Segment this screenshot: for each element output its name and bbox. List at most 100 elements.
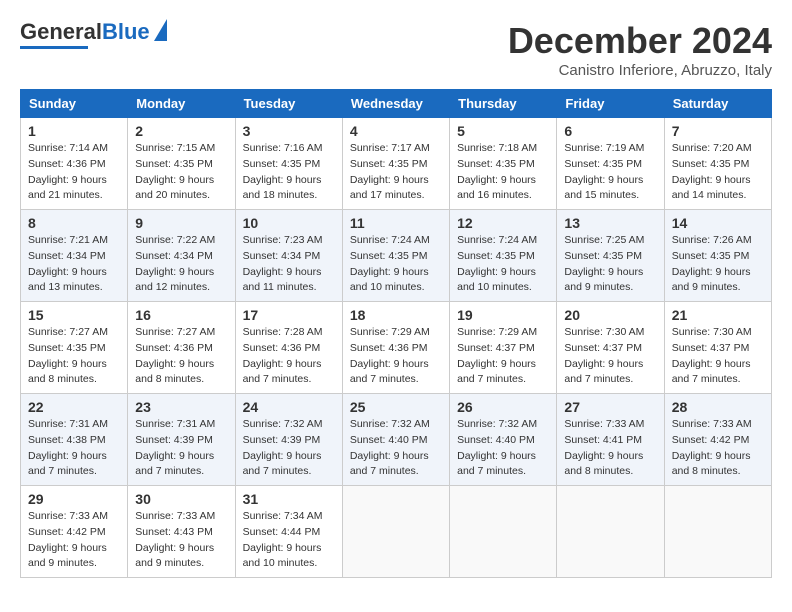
calendar-cell: 30 Sunrise: 7:33 AM Sunset: 4:43 PM Dayl… — [128, 486, 235, 578]
day-number: 11 — [350, 215, 442, 231]
calendar-cell: 17 Sunrise: 7:28 AM Sunset: 4:36 PM Dayl… — [235, 302, 342, 394]
calendar-cell: 4 Sunrise: 7:17 AM Sunset: 4:35 PM Dayli… — [342, 118, 449, 210]
day-number: 23 — [135, 399, 227, 415]
calendar-cell: 20 Sunrise: 7:30 AM Sunset: 4:37 PM Dayl… — [557, 302, 664, 394]
weekday-header-tuesday: Tuesday — [235, 90, 342, 118]
day-info: Sunrise: 7:20 AM Sunset: 4:35 PM Dayligh… — [672, 141, 764, 204]
day-info: Sunrise: 7:28 AM Sunset: 4:36 PM Dayligh… — [243, 325, 335, 388]
weekday-header-wednesday: Wednesday — [342, 90, 449, 118]
day-number: 8 — [28, 215, 120, 231]
day-info: Sunrise: 7:31 AM Sunset: 4:38 PM Dayligh… — [28, 417, 120, 480]
day-number: 19 — [457, 307, 549, 323]
day-info: Sunrise: 7:21 AM Sunset: 4:34 PM Dayligh… — [28, 233, 120, 296]
location-subtitle: Canistro Inferiore, Abruzzo, Italy — [508, 62, 772, 79]
calendar-header-row: SundayMondayTuesdayWednesdayThursdayFrid… — [21, 90, 772, 118]
calendar-cell: 27 Sunrise: 7:33 AM Sunset: 4:41 PM Dayl… — [557, 394, 664, 486]
calendar-week-row: 15 Sunrise: 7:27 AM Sunset: 4:35 PM Dayl… — [21, 302, 772, 394]
day-info: Sunrise: 7:33 AM Sunset: 4:43 PM Dayligh… — [135, 509, 227, 572]
calendar-cell: 31 Sunrise: 7:34 AM Sunset: 4:44 PM Dayl… — [235, 486, 342, 578]
day-number: 12 — [457, 215, 549, 231]
day-info: Sunrise: 7:23 AM Sunset: 4:34 PM Dayligh… — [243, 233, 335, 296]
calendar-week-row: 22 Sunrise: 7:31 AM Sunset: 4:38 PM Dayl… — [21, 394, 772, 486]
day-number: 13 — [564, 215, 656, 231]
day-number: 2 — [135, 123, 227, 139]
title-section: December 2024 Canistro Inferiore, Abruzz… — [508, 20, 772, 79]
weekday-header-sunday: Sunday — [21, 90, 128, 118]
logo-general: General — [20, 19, 102, 44]
day-info: Sunrise: 7:17 AM Sunset: 4:35 PM Dayligh… — [350, 141, 442, 204]
day-info: Sunrise: 7:16 AM Sunset: 4:35 PM Dayligh… — [243, 141, 335, 204]
weekday-header-monday: Monday — [128, 90, 235, 118]
day-info: Sunrise: 7:27 AM Sunset: 4:35 PM Dayligh… — [28, 325, 120, 388]
day-info: Sunrise: 7:29 AM Sunset: 4:37 PM Dayligh… — [457, 325, 549, 388]
day-number: 20 — [564, 307, 656, 323]
day-number: 16 — [135, 307, 227, 323]
day-number: 25 — [350, 399, 442, 415]
day-number: 17 — [243, 307, 335, 323]
day-info: Sunrise: 7:24 AM Sunset: 4:35 PM Dayligh… — [457, 233, 549, 296]
day-number: 15 — [28, 307, 120, 323]
day-number: 27 — [564, 399, 656, 415]
calendar-cell: 7 Sunrise: 7:20 AM Sunset: 4:35 PM Dayli… — [664, 118, 771, 210]
calendar-cell: 1 Sunrise: 7:14 AM Sunset: 4:36 PM Dayli… — [21, 118, 128, 210]
calendar-cell: 15 Sunrise: 7:27 AM Sunset: 4:35 PM Dayl… — [21, 302, 128, 394]
calendar-cell — [557, 486, 664, 578]
day-number: 4 — [350, 123, 442, 139]
day-info: Sunrise: 7:33 AM Sunset: 4:42 PM Dayligh… — [28, 509, 120, 572]
calendar-cell: 2 Sunrise: 7:15 AM Sunset: 4:35 PM Dayli… — [128, 118, 235, 210]
logo-underline — [20, 46, 88, 49]
day-info: Sunrise: 7:27 AM Sunset: 4:36 PM Dayligh… — [135, 325, 227, 388]
calendar-cell: 22 Sunrise: 7:31 AM Sunset: 4:38 PM Dayl… — [21, 394, 128, 486]
day-info: Sunrise: 7:31 AM Sunset: 4:39 PM Dayligh… — [135, 417, 227, 480]
day-number: 14 — [672, 215, 764, 231]
day-info: Sunrise: 7:24 AM Sunset: 4:35 PM Dayligh… — [350, 233, 442, 296]
day-info: Sunrise: 7:14 AM Sunset: 4:36 PM Dayligh… — [28, 141, 120, 204]
calendar-cell: 25 Sunrise: 7:32 AM Sunset: 4:40 PM Dayl… — [342, 394, 449, 486]
day-info: Sunrise: 7:29 AM Sunset: 4:36 PM Dayligh… — [350, 325, 442, 388]
month-title: December 2024 — [508, 20, 772, 62]
calendar-cell: 21 Sunrise: 7:30 AM Sunset: 4:37 PM Dayl… — [664, 302, 771, 394]
day-number: 29 — [28, 491, 120, 507]
calendar-cell: 26 Sunrise: 7:32 AM Sunset: 4:40 PM Dayl… — [450, 394, 557, 486]
day-info: Sunrise: 7:30 AM Sunset: 4:37 PM Dayligh… — [672, 325, 764, 388]
calendar-cell: 8 Sunrise: 7:21 AM Sunset: 4:34 PM Dayli… — [21, 210, 128, 302]
day-number: 7 — [672, 123, 764, 139]
calendar-cell: 18 Sunrise: 7:29 AM Sunset: 4:36 PM Dayl… — [342, 302, 449, 394]
day-info: Sunrise: 7:32 AM Sunset: 4:40 PM Dayligh… — [457, 417, 549, 480]
day-info: Sunrise: 7:34 AM Sunset: 4:44 PM Dayligh… — [243, 509, 335, 572]
day-info: Sunrise: 7:18 AM Sunset: 4:35 PM Dayligh… — [457, 141, 549, 204]
calendar-cell: 13 Sunrise: 7:25 AM Sunset: 4:35 PM Dayl… — [557, 210, 664, 302]
day-number: 1 — [28, 123, 120, 139]
logo: GeneralBlue — [20, 20, 167, 49]
day-number: 9 — [135, 215, 227, 231]
calendar-cell: 11 Sunrise: 7:24 AM Sunset: 4:35 PM Dayl… — [342, 210, 449, 302]
calendar-cell: 19 Sunrise: 7:29 AM Sunset: 4:37 PM Dayl… — [450, 302, 557, 394]
day-info: Sunrise: 7:33 AM Sunset: 4:41 PM Dayligh… — [564, 417, 656, 480]
calendar-cell: 5 Sunrise: 7:18 AM Sunset: 4:35 PM Dayli… — [450, 118, 557, 210]
day-number: 30 — [135, 491, 227, 507]
calendar-cell — [342, 486, 449, 578]
calendar-cell: 28 Sunrise: 7:33 AM Sunset: 4:42 PM Dayl… — [664, 394, 771, 486]
day-info: Sunrise: 7:32 AM Sunset: 4:39 PM Dayligh… — [243, 417, 335, 480]
calendar-cell: 14 Sunrise: 7:26 AM Sunset: 4:35 PM Dayl… — [664, 210, 771, 302]
day-info: Sunrise: 7:26 AM Sunset: 4:35 PM Dayligh… — [672, 233, 764, 296]
day-number: 5 — [457, 123, 549, 139]
calendar-week-row: 1 Sunrise: 7:14 AM Sunset: 4:36 PM Dayli… — [21, 118, 772, 210]
day-number: 22 — [28, 399, 120, 415]
day-number: 24 — [243, 399, 335, 415]
day-number: 3 — [243, 123, 335, 139]
calendar-cell: 10 Sunrise: 7:23 AM Sunset: 4:34 PM Dayl… — [235, 210, 342, 302]
calendar-cell — [450, 486, 557, 578]
day-number: 21 — [672, 307, 764, 323]
day-info: Sunrise: 7:32 AM Sunset: 4:40 PM Dayligh… — [350, 417, 442, 480]
day-number: 28 — [672, 399, 764, 415]
logo-triangle-icon — [154, 19, 167, 41]
calendar-week-row: 8 Sunrise: 7:21 AM Sunset: 4:34 PM Dayli… — [21, 210, 772, 302]
calendar-table: SundayMondayTuesdayWednesdayThursdayFrid… — [20, 89, 772, 578]
day-info: Sunrise: 7:33 AM Sunset: 4:42 PM Dayligh… — [672, 417, 764, 480]
day-info: Sunrise: 7:22 AM Sunset: 4:34 PM Dayligh… — [135, 233, 227, 296]
weekday-header-thursday: Thursday — [450, 90, 557, 118]
calendar-cell: 9 Sunrise: 7:22 AM Sunset: 4:34 PM Dayli… — [128, 210, 235, 302]
calendar-week-row: 29 Sunrise: 7:33 AM Sunset: 4:42 PM Dayl… — [21, 486, 772, 578]
calendar-cell: 29 Sunrise: 7:33 AM Sunset: 4:42 PM Dayl… — [21, 486, 128, 578]
